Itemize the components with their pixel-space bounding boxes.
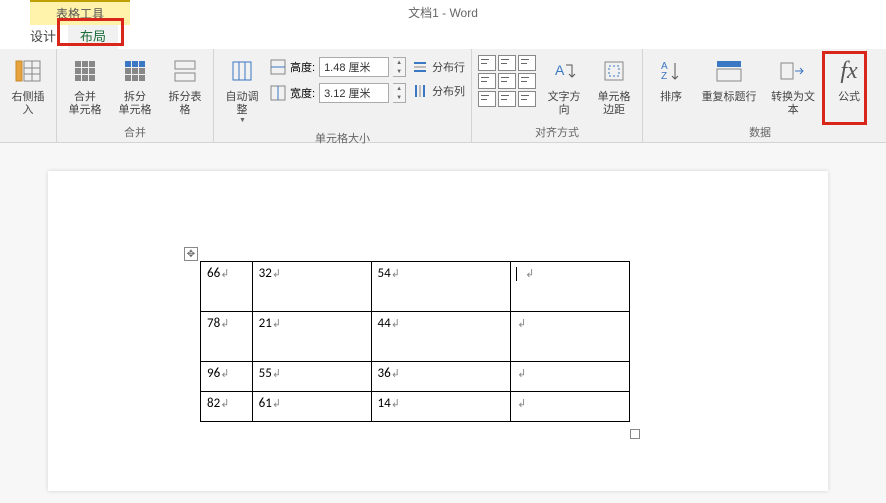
chevron-down-icon: ▼ — [239, 117, 246, 125]
autofit-icon — [226, 55, 258, 87]
distribute-rows-label: 分布行 — [432, 59, 465, 75]
table-row[interactable]: 66↲ 32↲ 54↲ ↲ — [201, 262, 630, 312]
split-cells-icon — [119, 55, 151, 87]
sort-icon: AZ — [655, 55, 687, 87]
ribbon-tabs: 设计 布局 — [0, 24, 886, 49]
svg-text:Z: Z — [661, 71, 667, 82]
convert-text-button[interactable]: 转换为文本 — [765, 53, 821, 119]
table-move-handle[interactable]: ✥ — [184, 247, 198, 261]
merge-cells-label: 合并 单元格 — [69, 91, 102, 117]
document-area[interactable]: ✥ 66↲ 32↲ 54↲ ↲ 78↲ 21↲ 44↲ ↲ 96↲ 55↲ 36… — [0, 143, 886, 503]
page: ✥ 66↲ 32↲ 54↲ ↲ 78↲ 21↲ 44↲ ↲ 96↲ 55↲ 36… — [48, 171, 828, 491]
text-direction-button[interactable]: A 文字方向 — [542, 53, 586, 119]
title-bar: 表格工具 文档1 - Word — [0, 0, 886, 24]
distribute-rows-icon — [412, 59, 428, 75]
repeat-header-button[interactable]: 重复标题行 — [699, 53, 759, 106]
cell-margins-label: 单元格 边距 — [598, 91, 631, 117]
align-group-label: 对齐方式 — [478, 122, 636, 140]
autofit-button[interactable]: 自动调整 ▼ — [220, 53, 264, 128]
table-row[interactable]: 96↲ 55↲ 36↲ ↲ — [201, 362, 630, 392]
height-spinner[interactable]: ▲▼ — [393, 57, 406, 77]
highlight-layout-tab — [57, 18, 124, 46]
text-direction-icon: A — [548, 55, 580, 87]
width-row: 宽度: ▲▼ — [270, 83, 406, 103]
word-table[interactable]: 66↲ 32↲ 54↲ ↲ 78↲ 21↲ 44↲ ↲ 96↲ 55↲ 36↲ … — [200, 261, 630, 422]
cell-margins-button[interactable]: 单元格 边距 — [592, 53, 636, 119]
cell-margins-icon — [598, 55, 630, 87]
width-label: 宽度: — [290, 85, 315, 101]
convert-text-icon — [777, 55, 809, 87]
insert-right-label: 右侧插入 — [8, 91, 48, 117]
align-tr[interactable] — [518, 55, 536, 71]
insert-right-button[interactable]: 右侧插入 — [6, 53, 50, 119]
table-resize-handle[interactable] — [630, 429, 640, 439]
height-row: 高度: ▲▼ — [270, 57, 406, 77]
align-tl[interactable] — [478, 55, 496, 71]
svg-text:A: A — [555, 62, 565, 78]
merge-cells-button[interactable]: 合并 单元格 — [63, 53, 107, 119]
sort-button[interactable]: AZ 排序 — [649, 53, 693, 106]
merge-cells-icon — [69, 55, 101, 87]
align-ml[interactable] — [478, 73, 496, 89]
width-icon — [270, 85, 286, 101]
distribute-rows-button[interactable]: 分布行 — [412, 59, 465, 75]
align-br[interactable] — [518, 91, 536, 107]
size-group-label: 单元格大小 — [220, 128, 465, 146]
highlight-formula-button — [822, 51, 867, 125]
split-cells-label: 拆分 单元格 — [119, 91, 152, 117]
distribute-cols-icon — [412, 83, 428, 99]
text-cursor — [516, 267, 517, 281]
align-mr[interactable] — [518, 73, 536, 89]
table-row[interactable]: 82↲ 61↲ 14↲ ↲ — [201, 392, 630, 422]
alignment-grid — [478, 53, 536, 107]
distribute-cols-button[interactable]: 分布列 — [412, 83, 465, 99]
group-merge: 合并 单元格 拆分 单元格 拆分表格 合并 — [57, 49, 214, 142]
text-direction-label: 文字方向 — [544, 91, 584, 117]
autofit-label: 自动调整 — [222, 91, 262, 117]
align-mc[interactable] — [498, 73, 516, 89]
height-input[interactable] — [319, 57, 389, 77]
ribbon: 右侧插入 合并 单元格 拆分 单元格 拆分表格 — [0, 49, 886, 143]
width-spinner[interactable]: ▲▼ — [393, 83, 406, 103]
window-title: 文档1 - Word — [408, 4, 478, 21]
group-cell-size: 自动调整 ▼ 高度: ▲▼ 宽度: ▲▼ — [214, 49, 472, 142]
distribute-cols-label: 分布列 — [432, 83, 465, 99]
split-table-button[interactable]: 拆分表格 — [163, 53, 207, 119]
merge-group-label: 合并 — [63, 122, 207, 140]
sort-label: 排序 — [660, 91, 682, 104]
split-cells-button[interactable]: 拆分 单元格 — [113, 53, 157, 119]
height-label: 高度: — [290, 59, 315, 75]
table-row[interactable]: 78↲ 21↲ 44↲ ↲ — [201, 312, 630, 362]
height-icon — [270, 59, 286, 75]
align-bl[interactable] — [478, 91, 496, 107]
repeat-header-label: 重复标题行 — [702, 91, 757, 104]
split-table-label: 拆分表格 — [165, 91, 205, 117]
align-tc[interactable] — [498, 55, 516, 71]
group-rows-cols: 右侧插入 — [0, 49, 57, 142]
split-table-icon — [169, 55, 201, 87]
width-input[interactable] — [319, 83, 389, 103]
group-alignment: A 文字方向 单元格 边距 对齐方式 — [472, 49, 643, 142]
align-bc[interactable] — [498, 91, 516, 107]
repeat-header-icon — [713, 55, 745, 87]
convert-text-label: 转换为文本 — [767, 91, 819, 117]
insert-right-icon — [12, 55, 44, 87]
